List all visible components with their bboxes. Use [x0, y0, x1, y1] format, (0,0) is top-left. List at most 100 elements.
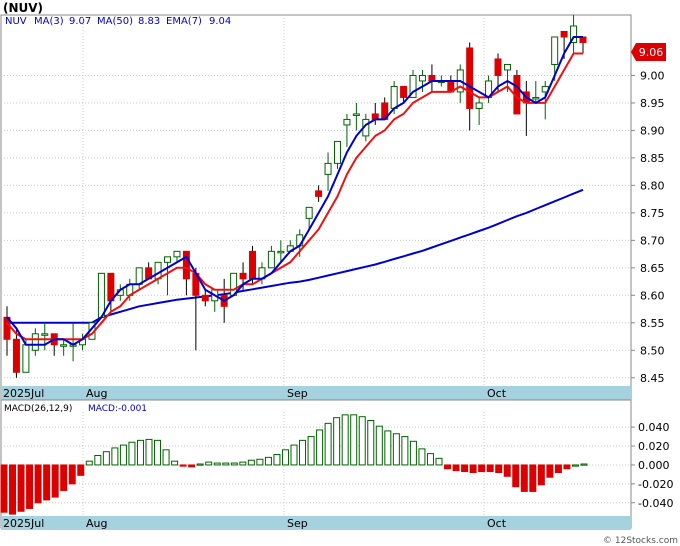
- macd-bar-positive: [435, 457, 443, 466]
- price-x-label: Aug: [86, 387, 107, 400]
- macd-bar-negative: [188, 464, 196, 468]
- macd-bar-positive: [128, 441, 136, 466]
- legend-ticker: NUV: [5, 16, 27, 27]
- price-x-label: Oct: [487, 387, 507, 400]
- macd-bar-positive: [418, 448, 426, 466]
- macd-bar-positive: [375, 425, 383, 466]
- macd-bar-positive: [111, 447, 119, 466]
- macd-bar-positive: [239, 461, 247, 466]
- price-tick-label: 8.45: [640, 372, 665, 385]
- macd-bar-negative: [554, 464, 562, 474]
- macd-bar-negative: [43, 464, 51, 501]
- candle-body-up: [135, 267, 143, 285]
- macd-x-label: Aug: [86, 517, 107, 530]
- price-tick-label: 8.80: [640, 179, 665, 192]
- candle: [201, 289, 209, 307]
- macd-tick-label: 0.020: [638, 440, 670, 453]
- macd-bar-positive: [290, 444, 298, 466]
- macd-bar-negative: [452, 464, 460, 472]
- price-tick-label: 8.55: [640, 317, 665, 330]
- price-y-ticks: 9.00 8.95 8.90 8.85 8.80 8.75 8.70 8.65 8.60 8.55…: [631, 69, 665, 385]
- macd-bar-positive: [273, 454, 281, 466]
- macd-bar-negative: [17, 464, 25, 512]
- candle-body-up: [173, 250, 181, 258]
- candle-body-down: [12, 338, 20, 373]
- candle-body-down: [107, 272, 115, 302]
- macd-tick-label: 0.040: [638, 421, 670, 434]
- candle: [60, 339, 68, 356]
- candle: [97, 272, 105, 318]
- candle-body-up: [343, 118, 351, 126]
- candle-body-up: [324, 162, 332, 175]
- macd-bar-negative: [0, 464, 8, 513]
- candle: [164, 256, 172, 296]
- macd-bar-negative: [26, 464, 34, 509]
- candle-body-up: [333, 140, 341, 164]
- price-x-label: Sep: [287, 387, 308, 400]
- macd-bar-negative: [546, 464, 554, 478]
- candle: [352, 102, 360, 131]
- macd-bar-negative: [68, 464, 76, 485]
- macd-bar-positive: [341, 414, 349, 466]
- macd-bar-positive: [264, 456, 272, 466]
- candle-body-up: [22, 344, 30, 373]
- candle-body-up: [352, 113, 360, 116]
- macd-x-label: Oct: [487, 517, 507, 530]
- macd-bar-positive: [145, 438, 153, 466]
- macd-x-label: 2025Jul: [3, 517, 44, 530]
- price-tick-label: 8.90: [640, 124, 665, 137]
- macd-bar-negative: [503, 464, 511, 477]
- macd-bar-negative: [77, 464, 85, 476]
- candle-body-up: [277, 250, 285, 254]
- macd-bar-negative: [478, 464, 486, 473]
- macd-bar-positive: [196, 463, 204, 466]
- macd-x-label: Sep: [287, 517, 308, 530]
- macd-bar-positive: [358, 416, 366, 466]
- macd-title: MACD(26,12,9): [4, 404, 72, 414]
- candle-body-up: [503, 63, 511, 71]
- chart-title: (NUV): [3, 1, 43, 15]
- macd-bar-positive: [409, 440, 417, 466]
- macd-bar-positive: [333, 417, 341, 466]
- candles: [3, 15, 587, 378]
- macd-bar-positive: [580, 463, 588, 466]
- candle: [570, 15, 578, 54]
- candle: [192, 267, 200, 351]
- price-tick-label: 8.75: [640, 207, 665, 220]
- macd-bar-negative: [563, 464, 571, 470]
- macd-bar-positive: [136, 439, 144, 466]
- macd-bar-negative: [51, 464, 59, 498]
- legend-ma50-value: 8.83: [138, 16, 160, 27]
- legend-ma3-label: MA(3): [34, 16, 64, 27]
- macd-bar-positive: [256, 458, 264, 466]
- macd-bar-positive: [316, 429, 324, 466]
- macd-bar-positive: [281, 449, 289, 466]
- macd-tick-label: 0.000: [638, 459, 670, 472]
- macd-bar-negative: [495, 464, 503, 474]
- macd-bar-negative: [529, 464, 537, 492]
- macd-bar-positive: [171, 460, 179, 466]
- macd-bar-negative: [461, 464, 469, 473]
- candle-body-up: [41, 333, 49, 336]
- macd-bar-positive: [426, 453, 434, 466]
- legend-ma3-value: 9.07: [69, 16, 91, 27]
- macd-bar-positive: [324, 422, 332, 466]
- price-tick-label: 8.60: [640, 289, 665, 302]
- macd-bar-negative: [179, 464, 187, 467]
- candle: [333, 140, 341, 169]
- candle-body-down: [249, 250, 257, 280]
- candle: [456, 64, 464, 103]
- candle-body-up: [390, 85, 398, 109]
- price-tick-label: 8.65: [640, 262, 665, 275]
- macd-bar-positive: [213, 462, 221, 466]
- ema7-series: [6, 52, 583, 341]
- macd-bar-positive: [205, 461, 213, 466]
- legend-ema7-label: EMA(7): [166, 16, 202, 27]
- macd-y-ticks: 0.040 0.020 0.000 -0.020 -0.040: [631, 421, 673, 510]
- price-panel-frame: [0, 14, 632, 401]
- macd-bars: [0, 414, 588, 515]
- candle-body-down: [494, 58, 502, 76]
- candle: [428, 64, 436, 92]
- candle: [69, 322, 77, 362]
- ema7-line: [6, 52, 583, 341]
